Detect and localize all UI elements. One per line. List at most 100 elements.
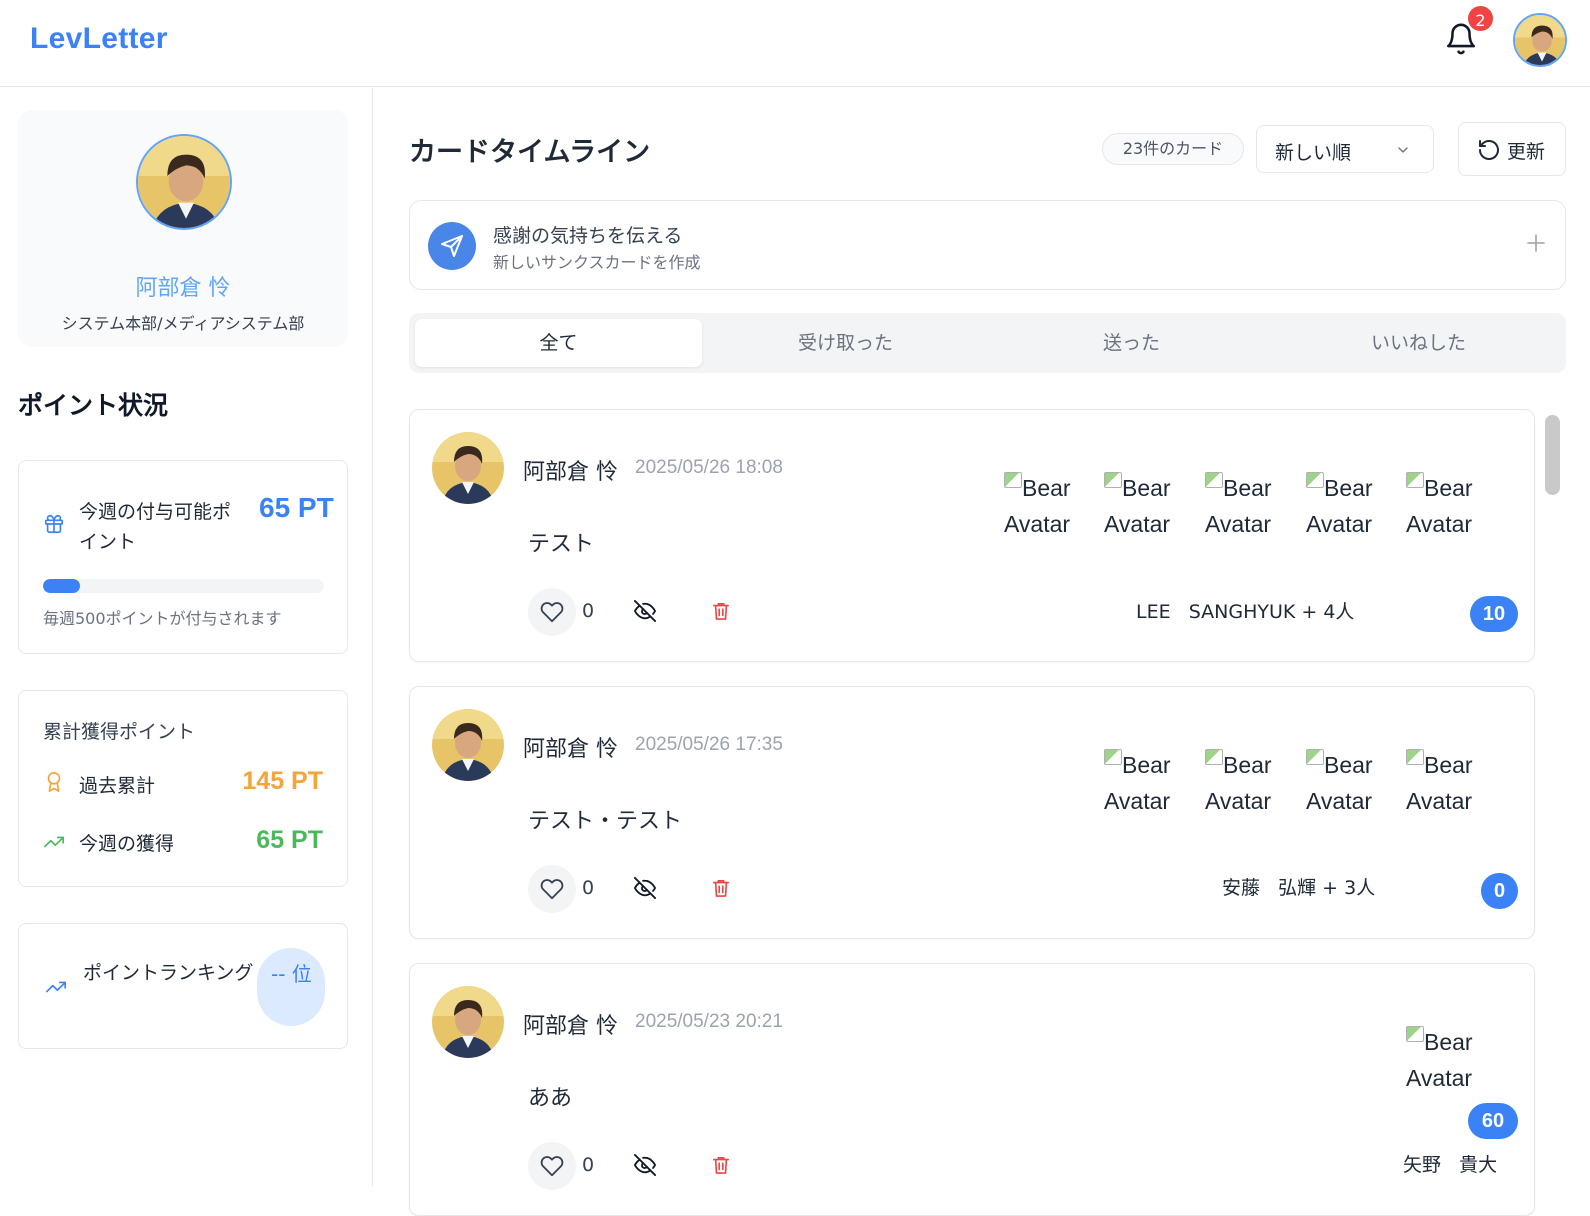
author-avatar[interactable] — [432, 709, 504, 781]
tab-sent[interactable]: 送った — [988, 319, 1275, 367]
gift-icon — [44, 514, 64, 534]
broken-image-icon — [1406, 749, 1424, 765]
like-button[interactable] — [528, 865, 576, 913]
broken-image-icon — [1205, 472, 1223, 488]
refresh-button[interactable]: 更新 — [1458, 122, 1566, 176]
profile-card: 阿部倉 怜 システム本部/メディアシステム部 — [18, 110, 348, 347]
compose-title: 感謝の気持ちを伝える — [493, 225, 683, 247]
ranking-label: ポイントランキング — [83, 962, 254, 984]
weekly-points-note: 毎週500ポイントが付与されます — [43, 609, 282, 628]
chevron-down-icon — [1398, 147, 1408, 153]
person-photo-icon — [432, 986, 504, 1058]
scrollbar-thumb[interactable] — [1545, 415, 1560, 495]
points-section-title: ポイント状況 — [18, 391, 169, 420]
person-photo-icon — [1515, 15, 1565, 65]
broken-image-icon — [1306, 749, 1324, 765]
profile-avatar — [136, 134, 232, 230]
card-date: 2025/05/23 20:21 — [635, 1011, 783, 1032]
card-author[interactable]: 阿部倉 怜 — [523, 454, 618, 486]
eye-off-icon[interactable] — [634, 600, 656, 622]
thanks-card[interactable]: 阿部倉 怜 2025/05/26 17:35 テスト・テスト 0 Bear Avatar… — [409, 686, 1535, 939]
past-total-value: 145 PT — [242, 767, 323, 795]
app-logo[interactable]: LevLetter — [30, 22, 168, 56]
recipient-avatar[interactable]: Bear Avatar — [1306, 747, 1396, 819]
weekly-progress-bar — [43, 579, 324, 593]
trash-icon[interactable] — [712, 1155, 730, 1175]
recipient-rest: 弘輝 + 3人 — [1278, 877, 1376, 899]
broken-image-icon — [1406, 472, 1424, 488]
tab-liked[interactable]: いいねした — [1275, 319, 1562, 367]
week-earned-label: 今週の獲得 — [79, 833, 175, 855]
recipient-avatar[interactable]: Bear Avatar — [1205, 747, 1295, 819]
sort-selected-value: 新しい順 — [1275, 142, 1352, 164]
points-badge: 0 — [1481, 873, 1518, 909]
author-avatar[interactable] — [432, 432, 504, 504]
recipient-avatar[interactable]: Bear Avatar — [1104, 747, 1194, 819]
recipient-first: 安藤 — [1222, 877, 1261, 899]
past-total-label: 過去累計 — [79, 775, 156, 797]
broken-image-icon — [1004, 472, 1022, 488]
person-photo-icon — [432, 709, 504, 781]
card-message: テスト — [528, 532, 595, 557]
recipient-avatar[interactable]: Bear Avatar — [1306, 470, 1396, 542]
trash-icon[interactable] — [712, 601, 730, 621]
award-icon — [47, 772, 61, 792]
profile-name: 阿部倉 怜 — [135, 276, 231, 301]
recipient-avatar[interactable]: Bear Avatar — [1406, 470, 1496, 542]
like-button[interactable] — [528, 1142, 576, 1190]
recipient-names: LEE SANGHYUK + 4人 — [1136, 597, 1354, 624]
ranking-card: ポイントランキング -- 位 — [18, 923, 348, 1049]
person-photo-icon — [432, 432, 504, 504]
like-count: 0 — [582, 877, 595, 899]
eye-off-icon[interactable] — [634, 1154, 656, 1176]
heart-icon — [540, 879, 564, 900]
compose-card-button[interactable]: 感謝の気持ちを伝える 新しいサンクスカードを作成 — [409, 200, 1566, 290]
weekly-points-card: 今週の付与可能ポイント 65 PT 毎週500ポイントが付与されます — [18, 460, 348, 654]
thanks-card[interactable]: 阿部倉 怜 2025/05/26 18:08 テスト 0 Bear Avatar Bear… — [409, 409, 1535, 662]
recipient-first: 矢野 — [1403, 1154, 1442, 1176]
author-avatar[interactable] — [432, 986, 504, 1058]
sort-select[interactable]: 新しい順 — [1256, 125, 1434, 173]
week-earned-value: 65 PT — [256, 826, 323, 854]
recipient-names: 矢野 貴大 — [1403, 1150, 1497, 1177]
card-author[interactable]: 阿部倉 怜 — [523, 1008, 618, 1040]
heart-icon — [540, 602, 564, 623]
card-author[interactable]: 阿部倉 怜 — [523, 731, 618, 763]
tab-received[interactable]: 受け取った — [702, 319, 989, 367]
user-avatar[interactable] — [1513, 13, 1567, 67]
cumulative-title: 累計獲得ポイント — [43, 721, 196, 743]
timeline-tabs: 全て 受け取った 送った いいねした — [409, 313, 1566, 373]
page-title: カードタイムライン — [409, 137, 651, 168]
recipient-avatar[interactable]: Bear Avatar — [1104, 470, 1194, 542]
like-count: 0 — [582, 1154, 595, 1176]
recipient-rest: 貴大 — [1459, 1154, 1498, 1176]
sidebar: 阿部倉 怜 システム本部/メディアシステム部 ポイント状況 今週の付与可能ポイン… — [0, 88, 373, 1186]
recipient-rest: SANGHYUK + 4人 — [1188, 601, 1355, 623]
recipient-avatar[interactable]: Bear Avatar — [1205, 470, 1295, 542]
refresh-icon — [1479, 140, 1499, 160]
eye-off-icon[interactable] — [634, 877, 656, 899]
recipient-avatar[interactable]: Bear Avatar — [1004, 470, 1094, 542]
points-badge: 60 — [1468, 1103, 1518, 1139]
notification-badge: 2 — [1466, 4, 1495, 33]
tab-all[interactable]: 全て — [415, 319, 702, 367]
broken-image-icon — [1406, 1026, 1424, 1042]
trending-up-icon — [44, 836, 64, 848]
broken-image-icon — [1104, 472, 1122, 488]
plus-icon — [1527, 234, 1545, 252]
send-icon — [428, 222, 476, 270]
weekly-points-label: 今週の付与可能ポイント — [79, 501, 232, 553]
trending-up-icon — [46, 981, 66, 993]
trash-icon[interactable] — [712, 878, 730, 898]
recipient-avatar[interactable]: Bear Avatar — [1406, 747, 1496, 819]
broken-image-icon — [1205, 749, 1223, 765]
thanks-card[interactable]: 阿部倉 怜 2025/05/23 20:21 ああ 0 Bear Avatar 矢野 貴大… — [409, 963, 1535, 1216]
card-date: 2025/05/26 18:08 — [635, 457, 783, 478]
cumulative-points-card: 累計獲得ポイント 過去累計 145 PT 今週の獲得 65 PT — [18, 690, 348, 887]
like-button[interactable] — [528, 588, 576, 636]
card-count-badge: 23件のカード — [1102, 133, 1244, 165]
points-badge: 10 — [1470, 596, 1518, 632]
broken-image-icon — [1306, 472, 1324, 488]
card-date: 2025/05/26 17:35 — [635, 734, 783, 755]
recipient-avatar[interactable]: Bear Avatar — [1406, 1024, 1496, 1096]
